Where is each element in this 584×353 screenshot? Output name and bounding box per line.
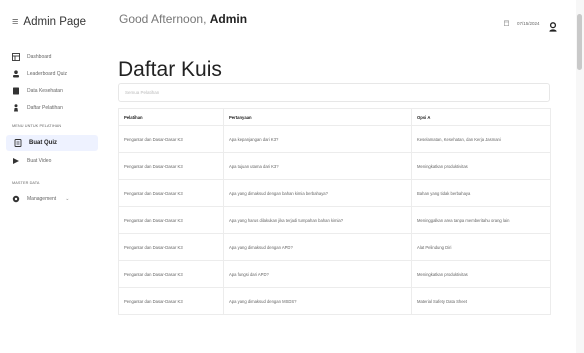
sidebar-item-label: Daftar Pelatihan [27,105,63,111]
book-icon [12,87,20,95]
table-row[interactable]: Pengantar dan Dasar-Dasar K3 Apa yang di… [118,287,551,315]
cell-pelatihan: Pengantar dan Dasar-Dasar K3 [118,233,224,261]
greeting-text: Good Afternoon, [119,12,207,26]
calendar-icon [504,20,509,27]
cell-opsi-a: Material Safety Data Sheet [411,287,551,315]
leaderboard-icon [12,70,20,78]
column-header-pertanyaan[interactable]: Pertanyaan [223,108,412,126]
person-icon [12,104,20,112]
table-row[interactable]: Pengantar dan Dasar-Dasar K3 Apa yang di… [118,179,551,207]
sidebar-item-label: Buat Quiz [29,140,57,146]
cell-pelatihan: Pengantar dan Dasar-Dasar K3 [118,206,224,234]
sidebar-item-leaderboard[interactable]: Leaderboard Quiz [12,67,67,81]
sidebar-item-buat-video[interactable]: Buat Video [12,154,51,168]
video-icon [12,157,20,165]
quiz-table: Pelatihan Pertanyaan Opsi A Pengantar da… [118,108,551,315]
filter-placeholder: Semua Pelatihan [125,90,160,95]
column-header-pelatihan[interactable]: Pelatihan [118,108,224,126]
sidebar-item-label: Dashboard [27,54,52,60]
cell-pertanyaan: Apa yang harus dilakukan jika terjadi tu… [223,206,412,234]
sidebar-item-label: Data Kesehatan [27,88,63,94]
date-picker[interactable]: 07/15/2024 [504,20,540,27]
cell-opsi-a: Meningkatkan produktivitas [411,260,551,288]
sidebar: ≡ Admin Page Dashboard Leaderboard Quiz … [0,0,104,353]
hamburger-menu-icon[interactable]: ≡ [12,16,18,28]
cell-pertanyaan: Apa yang dimaksud dengan bahan kimia ber… [223,179,412,207]
sidebar-item-management[interactable]: Management ⌄ [12,192,69,206]
cell-pelatihan: Pengantar dan Dasar-Dasar K3 [118,260,224,288]
page-title: Daftar Kuis [118,58,222,81]
cell-pertanyaan: Apa tujuan utama dari K3? [223,152,412,180]
section-label-menu: MENU UNTUK PELATIHAN [12,124,62,128]
cell-opsi-a: Meningkatkan produktivitas [411,152,551,180]
sidebar-item-daftar-pelatihan[interactable]: Daftar Pelatihan [12,101,63,115]
dashboard-icon [12,53,20,61]
sidebar-item-buat-quiz[interactable]: Buat Quiz [6,135,98,151]
cell-pelatihan: Pengantar dan Dasar-Dasar K3 [118,152,224,180]
date-value: 07/15/2024 [517,21,540,26]
brand: ≡ Admin Page [12,14,86,30]
cell-pertanyaan: Apa fungsi dari APD? [223,260,412,288]
sidebar-item-label: Management [27,196,57,202]
quiz-icon [14,139,22,147]
cell-opsi-a: Alat Pelindung Diri [411,233,551,261]
table-row[interactable]: Pengantar dan Dasar-Dasar K3 Apa fungsi … [118,260,551,288]
training-filter-select[interactable]: Semua Pelatihan [118,83,550,102]
app-title: Admin Page [23,16,87,28]
greeting-user: Admin [209,12,248,26]
column-header-opsi-a[interactable]: Opsi A [411,108,551,126]
cell-pertanyaan: Apa yang dimaksud dengan APD? [223,233,412,261]
user-account-icon[interactable] [548,19,558,32]
cell-pelatihan: Pengantar dan Dasar-Dasar K3 [118,179,224,207]
table-row[interactable]: Pengantar dan Dasar-Dasar K3 Apa yang di… [118,233,551,261]
cell-pelatihan: Pengantar dan Dasar-Dasar K3 [118,125,224,153]
scrollbar-thumb[interactable] [577,14,582,70]
cell-opsi-a: Bahan yang tidak berbahaya [411,179,551,207]
cell-pelatihan: Pengantar dan Dasar-Dasar K3 [118,287,224,315]
table-row[interactable]: Pengantar dan Dasar-Dasar K3 Apa yang ha… [118,206,551,234]
cell-opsi-a: Keselamatan, Kesehatan, dan Kerja Jasman… [411,125,551,153]
table-header-row: Pelatihan Pertanyaan Opsi A [118,108,551,126]
table-row[interactable]: Pengantar dan Dasar-Dasar K3 Apa kepanja… [118,125,551,153]
cell-opsi-a: Meninggalkan area tanpa memberitahu oran… [411,206,551,234]
sidebar-item-label: Leaderboard Quiz [27,71,68,77]
table-row[interactable]: Pengantar dan Dasar-Dasar K3 Apa tujuan … [118,152,551,180]
chevron-down-icon: ⌄ [65,196,70,202]
sidebar-item-label: Buat Video [27,158,52,164]
settings-icon [12,195,20,203]
cell-pertanyaan: Apa kepanjangan dari K3? [223,125,412,153]
cell-pertanyaan: Apa yang dimaksud dengan MSDS? [223,287,412,315]
sidebar-item-data-kesehatan[interactable]: Data Kesehatan [12,84,63,98]
sidebar-item-dashboard[interactable]: Dashboard [12,50,51,64]
section-label-master: MASTER DATA [12,181,40,185]
greeting: Good Afternoon, Admin [119,12,247,26]
